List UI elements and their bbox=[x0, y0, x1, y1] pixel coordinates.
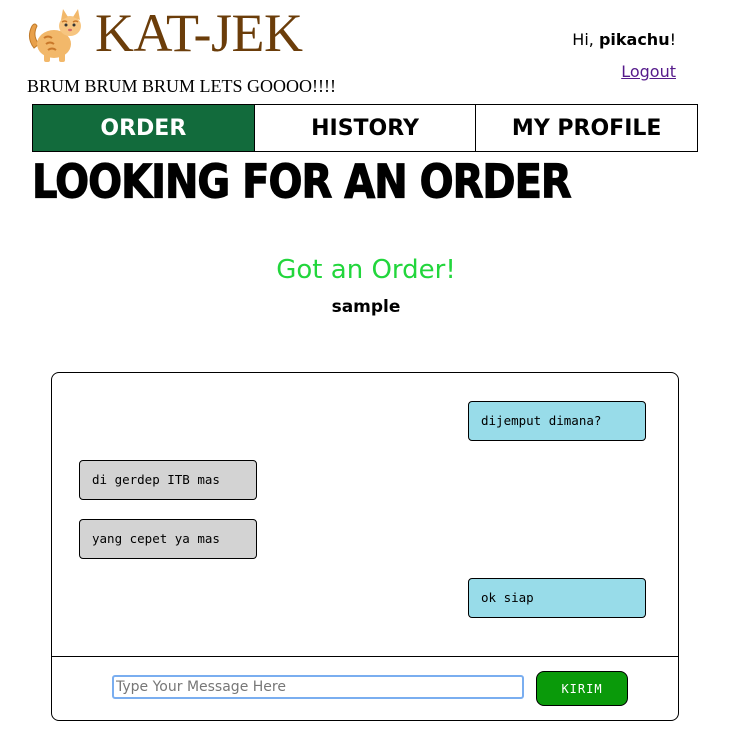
message-input[interactable] bbox=[112, 675, 524, 699]
tab-history[interactable]: HISTORY bbox=[254, 105, 477, 151]
tab-my-profile[interactable]: MY PROFILE bbox=[476, 105, 698, 151]
main-nav: ORDER HISTORY MY PROFILE bbox=[32, 104, 698, 152]
logout-link[interactable]: Logout bbox=[621, 62, 676, 81]
chat-message-mine: dijemput dimana? bbox=[468, 401, 646, 441]
username: pikachu bbox=[598, 30, 670, 49]
chat-box: dijemput dimana? di gerdep ITB mas yang … bbox=[51, 372, 679, 721]
chat-message-mine: ok siap bbox=[468, 578, 646, 618]
greeting-suffix: ! bbox=[669, 30, 676, 49]
send-button[interactable]: KIRIM bbox=[536, 671, 628, 706]
order-status: Got an Order! bbox=[276, 255, 456, 285]
passenger-name: sample bbox=[331, 297, 401, 317]
chat-message-customer: di gerdep ITB mas bbox=[79, 460, 257, 500]
user-greeting: Hi, pikachu! bbox=[572, 30, 676, 49]
page-title: LOOKING FOR AN ORDER bbox=[32, 155, 573, 209]
greeting-prefix: Hi, bbox=[572, 30, 599, 49]
tab-order[interactable]: ORDER bbox=[33, 105, 255, 151]
cat-logo-icon bbox=[26, 8, 88, 64]
brand-title: KAT-JEK bbox=[95, 3, 303, 63]
chat-message-customer: yang cepet ya mas bbox=[79, 519, 257, 559]
message-list: dijemput dimana? di gerdep ITB mas yang … bbox=[52, 373, 678, 656]
tagline: BRUM BRUM BRUM LETS GOOOO!!!! bbox=[27, 76, 337, 96]
chat-divider bbox=[52, 656, 678, 657]
